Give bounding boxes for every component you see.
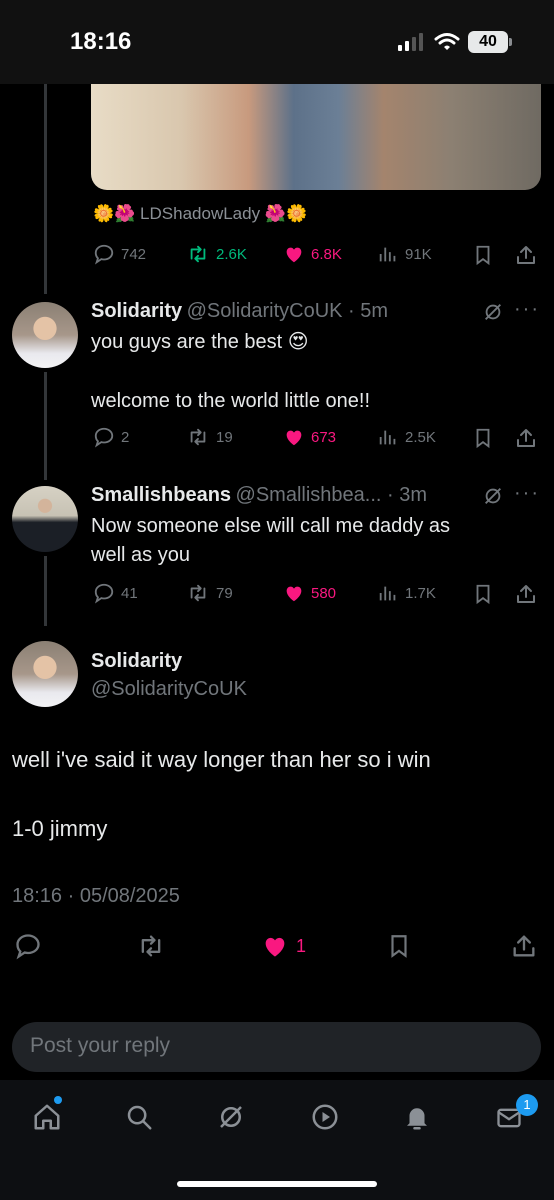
handle[interactable]: @SolidarityCoUK — [91, 678, 247, 701]
views-action[interactable]: 2.5K — [377, 426, 436, 448]
reply-action[interactable]: 41 — [93, 582, 138, 604]
tweet-text: well as you — [91, 544, 190, 566]
notifications-icon[interactable] — [402, 1102, 432, 1132]
home-icon[interactable] — [32, 1102, 62, 1132]
reply-icon — [94, 427, 114, 448]
reply-count: 41 — [121, 584, 138, 602]
heart-icon — [286, 247, 302, 263]
more-icon[interactable]: ··· — [514, 482, 540, 505]
reply1-header: Solidarity @SolidarityCoUK · 5m — [91, 300, 388, 323]
tweet-text: welcome to the world little one!! — [91, 390, 371, 412]
reply-placeholder: Post your reply — [30, 1034, 171, 1057]
bookmark-icon[interactable] — [472, 582, 494, 606]
repost-action[interactable]: 2.6K — [186, 243, 247, 265]
repost-count: 2.6K — [216, 245, 247, 263]
avatar[interactable] — [12, 486, 78, 552]
share-icon[interactable] — [510, 932, 538, 960]
like-count: 673 — [311, 428, 337, 446]
views-icon — [379, 430, 396, 445]
share-icon[interactable] — [514, 582, 538, 606]
repost-icon — [190, 428, 206, 446]
bookmark-icon[interactable] — [472, 243, 494, 267]
bookmark-icon[interactable] — [472, 426, 494, 450]
messages-badge: 1 — [516, 1094, 538, 1116]
like-action[interactable]: 580 — [283, 582, 336, 604]
repost-count: 79 — [216, 584, 233, 602]
views-icon — [379, 586, 396, 601]
like-action[interactable]: 1 — [260, 932, 306, 960]
like-count: 6.8K — [311, 245, 342, 263]
heart-icon — [265, 937, 285, 957]
avatar[interactable] — [12, 641, 78, 707]
reply-icon[interactable] — [14, 932, 42, 960]
notification-dot — [54, 1096, 62, 1104]
signal-icon — [398, 33, 423, 51]
reply-action[interactable]: 742 — [93, 243, 146, 265]
repost-action[interactable]: 19 — [186, 426, 233, 448]
status-time: 18:16 — [70, 28, 132, 55]
views-count: 91K — [405, 245, 432, 263]
display-name[interactable]: Solidarity — [91, 650, 182, 673]
views-count: 2.5K — [405, 428, 436, 446]
tweet-text: well i've said it way longer than her so… — [12, 747, 431, 772]
grok-icon[interactable] — [216, 1102, 246, 1132]
like-count: 580 — [311, 584, 337, 602]
views-count: 1.7K — [405, 584, 436, 602]
reply-action[interactable]: 2 — [93, 426, 129, 448]
timestamp[interactable]: 18:16 · 05/08/2025 — [12, 885, 180, 908]
video-icon[interactable] — [310, 1102, 340, 1132]
reply-icon — [94, 244, 114, 265]
views-icon — [379, 247, 396, 262]
heart-icon — [286, 430, 302, 446]
reply2-header: Smallishbeans @Smallishbea... · 3m — [91, 484, 427, 507]
reply-count: 742 — [121, 245, 147, 263]
avatar[interactable] — [12, 302, 78, 368]
tweet-text: Now someone else will call me daddy as — [91, 515, 451, 537]
repost-icon[interactable] — [136, 932, 166, 960]
repost-count: 19 — [216, 428, 233, 446]
display-name[interactable]: Smallishbeans — [91, 484, 231, 506]
handle-time: @Smallishbea... · 3m — [235, 484, 427, 506]
share-icon[interactable] — [514, 243, 538, 267]
like-count: 1 — [296, 935, 307, 956]
home-indicator — [177, 1181, 377, 1187]
repost-action[interactable]: 79 — [186, 582, 233, 604]
reply-icon — [94, 583, 114, 604]
tweet-image[interactable] — [91, 84, 541, 190]
repost-icon — [190, 584, 206, 602]
views-action[interactable]: 1.7K — [377, 582, 436, 604]
repost-icon — [190, 245, 206, 263]
battery-indicator: 40 — [468, 31, 508, 53]
grok-icon[interactable] — [482, 485, 504, 507]
image-caption: 🌼🌺 LDShadowLady 🌺🌼 — [93, 204, 308, 223]
tweet-text: 1-0 jimmy — [12, 816, 108, 841]
bookmark-icon[interactable] — [386, 932, 412, 960]
display-name[interactable]: Solidarity — [91, 300, 182, 322]
handle-time: @SolidarityCoUK · 5m — [186, 300, 389, 322]
share-icon[interactable] — [514, 426, 538, 450]
search-icon[interactable] — [124, 1102, 154, 1132]
views-action[interactable]: 91K — [377, 243, 432, 265]
like-action[interactable]: 6.8K — [283, 243, 342, 265]
tweet-text: you guys are the best 😍 — [91, 331, 309, 353]
grok-icon[interactable] — [482, 301, 504, 323]
reply-count: 2 — [121, 428, 130, 446]
more-icon[interactable]: ··· — [514, 298, 540, 321]
like-action[interactable]: 673 — [283, 426, 336, 448]
thread-line — [44, 84, 47, 294]
heart-icon — [286, 586, 302, 602]
battery-nub — [509, 38, 512, 46]
thread-line — [44, 556, 47, 626]
wifi-icon — [434, 33, 460, 50]
thread-line — [44, 372, 47, 480]
